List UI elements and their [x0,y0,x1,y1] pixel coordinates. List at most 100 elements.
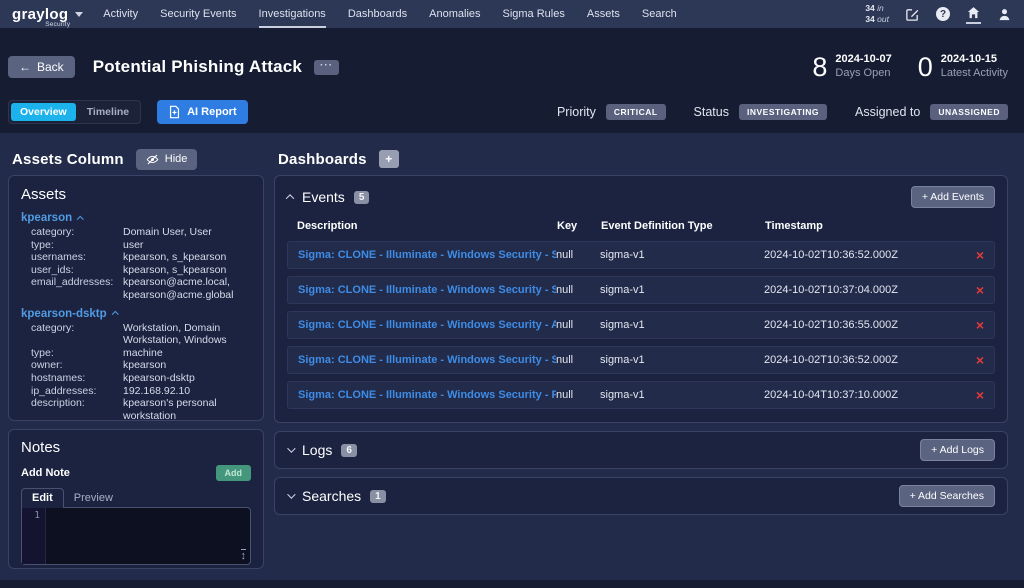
hide-assets-button[interactable]: Hide [136,149,198,170]
nav-item[interactable]: Activity [103,0,138,28]
nav-item[interactable]: Assets [587,0,620,28]
priority-badge[interactable]: CRITICAL [606,104,666,120]
asset-field-row: owner: kpearson [21,359,251,372]
event-description-link[interactable]: Sigma: CLONE - Illuminate - Windows Secu… [298,354,556,366]
priority-label: Priority [557,105,596,119]
add-dashboard-button[interactable]: + [379,150,399,168]
home-icon[interactable] [966,4,981,24]
stat-date: 2024-10-07 [835,53,891,67]
nav-item[interactable]: Security Events [160,0,236,28]
brand-menu[interactable]: graylog Security [12,7,83,22]
events-table-header: Description Key Event Definition Type Ti… [287,210,995,241]
nav-item[interactable]: Sigma Rules [503,0,565,28]
asset-field-label: category: [31,226,123,239]
nav-right: 34 in 34 out ? [865,3,1012,24]
expand-logs-icon[interactable] [287,444,295,452]
assigned-badge[interactable]: UNASSIGNED [930,104,1008,120]
tab-timeline[interactable]: Timeline [78,103,138,121]
nav-item[interactable]: Anomalies [429,0,480,28]
asset-field-value: Domain User, User [123,226,251,239]
collapse-events-icon[interactable] [286,194,294,202]
stat-label: Days Open [835,67,891,81]
event-description-link[interactable]: Sigma: CLONE - Illuminate - Windows Secu… [298,319,556,331]
events-column-header: Timestamp [765,220,963,232]
investigation-meta: Priority CRITICAL Status INVESTIGATING A… [557,104,1008,120]
add-logs-button[interactable]: + Add Logs [920,439,995,461]
remove-event-icon[interactable]: × [962,283,984,297]
asset-field-label: owner: [31,359,123,372]
add-events-button[interactable]: + Add Events [911,186,995,208]
event-key: null [556,389,600,401]
searches-panel: Searches 1 + Add Searches [274,477,1008,515]
dashboards-title: Dashboards [278,151,367,168]
ai-report-button[interactable]: AI Report [157,100,248,124]
asset-field-row: category: Domain User, User [21,226,251,239]
add-note-button[interactable]: Add [216,465,252,481]
assets-panel-title: Assets [21,186,251,203]
remove-event-icon[interactable]: × [962,248,984,262]
event-description-link[interactable]: Sigma: CLONE - Illuminate - Windows Secu… [298,249,556,261]
page-title: Potential Phishing Attack [93,57,302,77]
back-button[interactable]: ← Back [8,56,75,78]
event-timestamp: 2024-10-02T10:36:52.000Z [764,249,962,261]
compose-icon[interactable] [905,4,920,24]
remove-event-icon[interactable]: × [962,318,984,332]
asset-link-kpearson-dsktp[interactable]: kpearson-dsktp [21,308,251,320]
status-badge[interactable]: INVESTIGATING [739,104,827,120]
help-icon[interactable]: ? [936,4,950,24]
asset-field-row: email_addresses: kpearson@acme.local, kp… [21,276,251,301]
asset-field-row: user_ids: kpearson, s_kpearson [21,264,251,277]
asset-field-label: usernames: [31,251,123,264]
asset-link-kpearson[interactable]: kpearson [21,212,251,224]
remove-event-icon[interactable]: × [962,388,984,402]
asset-field-value: kpearson, s_kpearson [123,264,251,277]
event-timestamp: 2024-10-04T10:37:10.000Z [764,389,962,401]
asset-field-row: hostnames: kpearson-dsktp [21,372,251,385]
events-column-header: Event Definition Type [601,220,765,232]
view-tabs: Overview Timeline [8,100,141,124]
assigned-label: Assigned to [855,105,920,119]
asset-field-row: type: user [21,239,251,252]
events-column-header: Key [557,220,601,232]
events-title: Events [302,189,345,205]
searches-title: Searches [302,488,361,504]
report-document-icon [168,105,181,119]
event-key: null [556,284,600,296]
event-key: null [556,249,600,261]
stat-block: 8 2024-10-07 Days Open [812,53,891,81]
resize-handle-icon[interactable]: ↕ [241,549,247,562]
add-searches-button[interactable]: + Add Searches [899,485,995,507]
event-row: Sigma: CLONE - Illuminate - Windows Secu… [287,276,995,304]
event-description-link[interactable]: Sigma: CLONE - Illuminate - Windows Secu… [298,284,556,296]
asset-field-value: Workstation, Domain Workstation, Windows [123,322,251,347]
events-table-body: Sigma: CLONE - Illuminate - Windows Secu… [287,241,995,409]
logs-panel: Logs 6 + Add Logs [274,431,1008,469]
user-icon[interactable] [997,4,1012,24]
nav-item[interactable]: Search [642,0,677,28]
top-nav: graylog Security Activity Security Event… [0,0,1024,28]
events-column-header: Description [297,220,557,232]
nav-item[interactable]: Investigations [259,0,326,28]
logs-count-badge: 6 [341,444,357,457]
asset-field-row: description: kpearson's personal worksta… [21,397,251,421]
remove-event-icon[interactable]: × [962,353,984,367]
tab-preview[interactable]: Preview [64,489,123,508]
eye-off-icon [146,153,159,166]
expand-searches-icon[interactable] [287,490,295,498]
more-options-button[interactable]: ··· [314,60,339,75]
graylog-logo: graylog Security [12,7,68,22]
graylog-security-app: graylog Security Activity Security Event… [0,0,1024,588]
events-count-badge: 5 [354,191,370,204]
asset-fields-kpearson-dsktp: category: Workstation, Domain Workstatio… [21,322,251,421]
stat-value: 8 [812,54,827,81]
tab-overview[interactable]: Overview [11,103,76,121]
nav-item[interactable]: Dashboards [348,0,407,28]
asset-field-row: type: machine [21,347,251,360]
tab-edit[interactable]: Edit [21,488,64,508]
asset-field-value: kpearson, s_kpearson [123,251,251,264]
event-definition-type: sigma-v1 [600,354,764,366]
event-description-link[interactable]: Sigma: CLONE - Illuminate - Windows Secu… [298,389,556,401]
note-text-area[interactable] [46,508,250,564]
event-timestamp: 2024-10-02T10:36:55.000Z [764,319,962,331]
header-stats: 8 2024-10-07 Days Open 0 2024-10-15 Late… [812,53,1008,81]
